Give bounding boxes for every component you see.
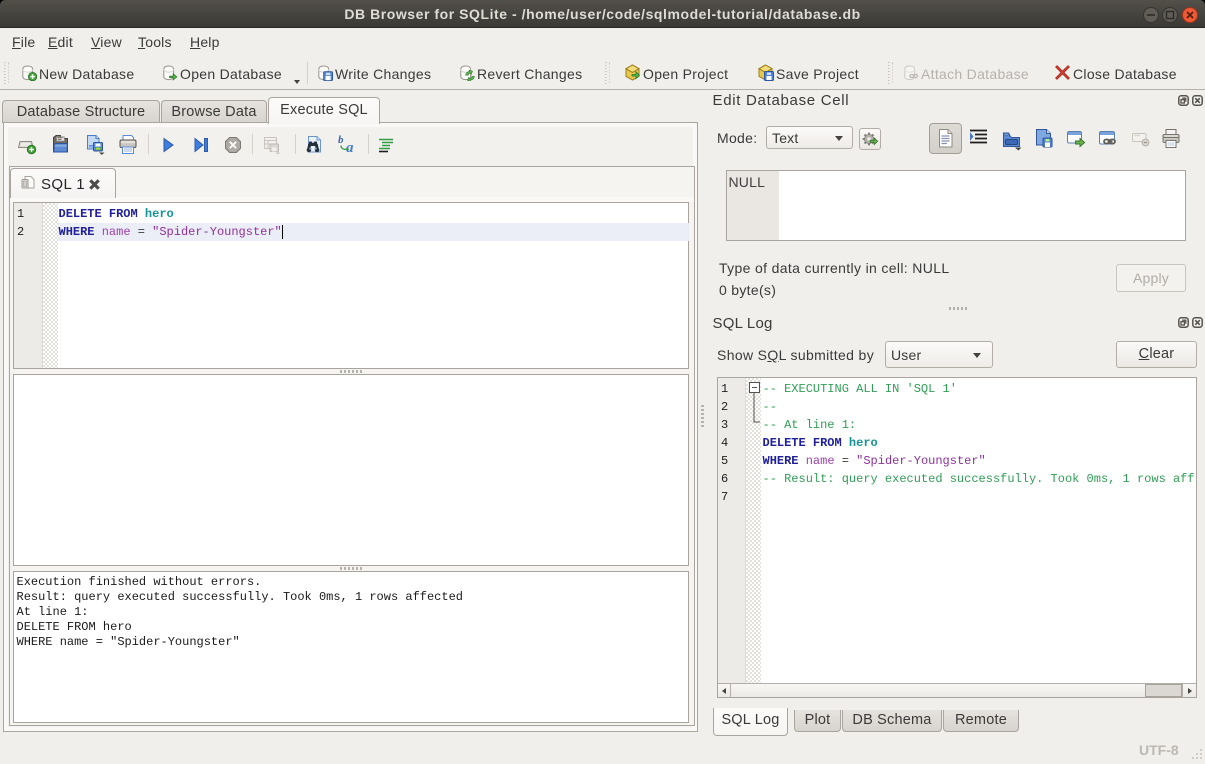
svg-text:b: b	[338, 134, 344, 146]
svg-text:a: a	[346, 140, 354, 154]
